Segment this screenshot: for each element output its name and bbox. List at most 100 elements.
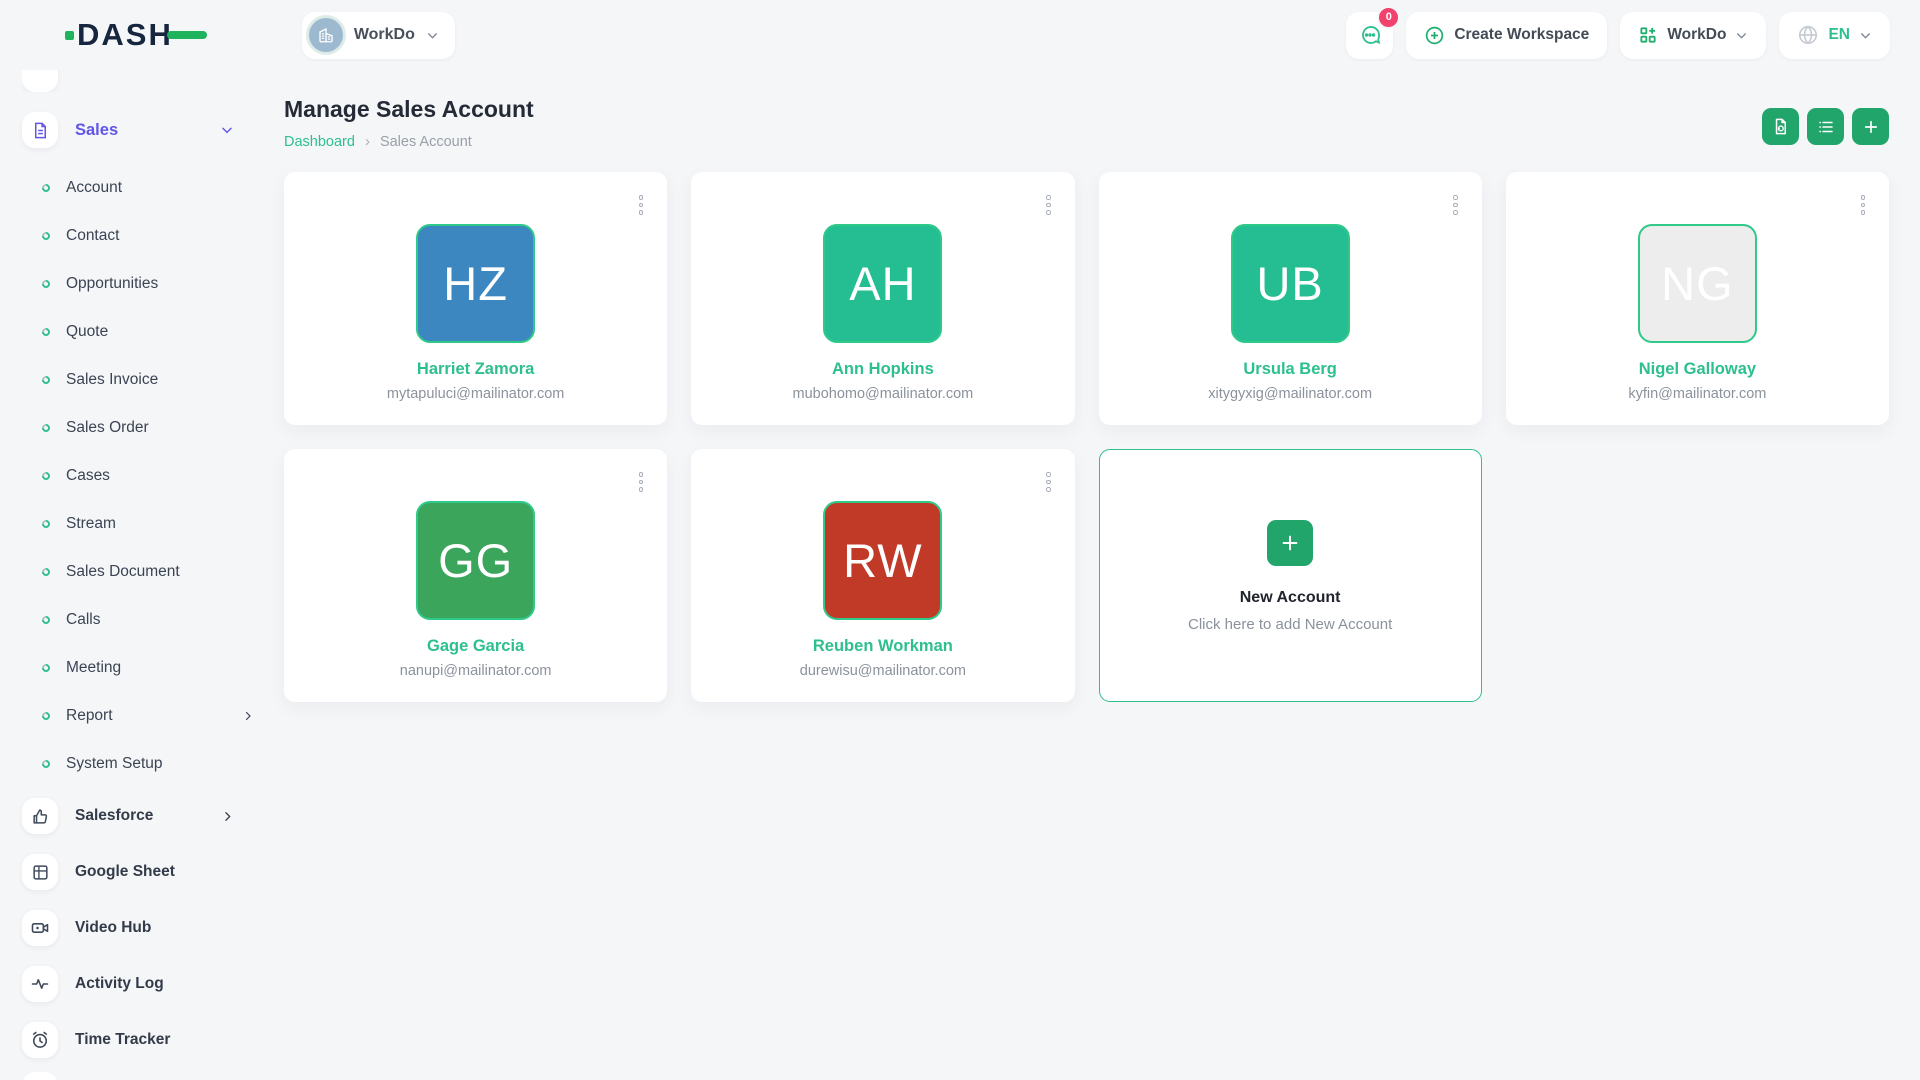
add-account-button[interactable] (1852, 108, 1889, 145)
sidebar-item-contact[interactable]: Contact (0, 212, 254, 260)
chevron-right-icon (221, 810, 234, 823)
bullet-icon (40, 326, 51, 337)
sidebar-item-sales-document[interactable]: Sales Document (0, 548, 254, 596)
bullet-icon (40, 278, 51, 289)
new-account-card[interactable]: New Account Click here to add New Accoun… (1099, 449, 1482, 702)
add-icon (1862, 118, 1880, 136)
bullet-icon (40, 710, 51, 721)
card-menu-button[interactable] (1043, 469, 1054, 495)
sidebar-item-system-setup[interactable]: System Setup (0, 740, 254, 788)
account-card: NG Nigel Galloway kyfin@mailinator.com (1506, 172, 1889, 425)
account-email: mytapuluci@mailinator.com (387, 386, 565, 402)
card-menu-button[interactable] (636, 469, 647, 495)
main-content: Manage Sales Account Dashboard › Sales A… (254, 70, 1920, 1080)
account-name-link[interactable]: Ann Hopkins (832, 360, 934, 379)
account-card: AH Ann Hopkins mubohomo@mailinator.com (691, 172, 1074, 425)
bullet-icon (40, 566, 51, 577)
create-workspace-label: Create Workspace (1454, 26, 1589, 44)
sidebar-item-cases[interactable]: Cases (0, 452, 254, 500)
app-switcher-label: WorkDo (1667, 26, 1726, 44)
breadcrumb-dashboard-link[interactable]: Dashboard (284, 134, 355, 150)
new-account-subtitle: Click here to add New Account (1188, 616, 1392, 633)
sidebar-item-google-sheet[interactable]: Google Sheet (22, 844, 234, 900)
breadcrumb-separator: › (365, 133, 370, 150)
globe-icon (1797, 24, 1819, 46)
avatar: RW (823, 501, 942, 620)
language-dropdown[interactable]: EN (1779, 12, 1890, 59)
account-card: UB Ursula Berg xitygyxig@mailinator.com (1099, 172, 1482, 425)
account-email: nanupi@mailinator.com (400, 663, 552, 679)
document-icon (22, 112, 58, 148)
app-switcher-dropdown[interactable]: WorkDo (1620, 12, 1766, 59)
bullet-icon (40, 470, 51, 481)
sidebar-item-calls[interactable]: Calls (0, 596, 254, 644)
account-email: durewisu@mailinator.com (800, 663, 966, 679)
grid-plus-icon (1638, 25, 1658, 45)
topbar: DASH WorkDo 0 (0, 0, 1920, 70)
account-name-link[interactable]: Harriet Zamora (417, 360, 534, 379)
page-actions (1762, 108, 1889, 145)
table-icon (22, 854, 58, 890)
messages-button[interactable]: 0 (1346, 12, 1393, 59)
account-card: RW Reuben Workman durewisu@mailinator.co… (691, 449, 1074, 702)
account-email: mubohomo@mailinator.com (793, 386, 974, 402)
workspace-label: WorkDo (354, 26, 415, 44)
sidebar-item-report[interactable]: Report (0, 692, 254, 740)
list-view-button[interactable] (1807, 108, 1844, 145)
sales-submenu: Account Contact Opportunities Quote Sale… (0, 164, 254, 788)
account-name-link[interactable]: Ursula Berg (1243, 360, 1337, 379)
card-menu-button[interactable] (636, 192, 647, 218)
sidebar: Sales Account Contact Opportunities Quot… (0, 70, 254, 1080)
list-view-icon (1817, 118, 1835, 136)
sidebar-item-time-tracker[interactable]: Time Tracker (22, 1012, 234, 1068)
dash-logo[interactable]: DASH (65, 17, 207, 53)
account-name-link[interactable]: Nigel Galloway (1639, 360, 1756, 379)
avatar: GG (416, 501, 535, 620)
sidebar-item-activity-log[interactable]: Activity Log (22, 956, 234, 1012)
new-account-title: New Account (1240, 589, 1341, 607)
sidebar-item-opportunities[interactable]: Opportunities (0, 260, 254, 308)
thumbs-up-icon (22, 798, 58, 834)
breadcrumb-current: Sales Account (380, 134, 472, 150)
topbar-right: 0 Create Workspace WorkDo (1346, 12, 1890, 59)
breadcrumb: Dashboard › Sales Account (284, 133, 534, 150)
sidebar-item-quote[interactable]: Quote (0, 308, 254, 356)
account-card: HZ Harriet Zamora mytapuluci@mailinator.… (284, 172, 667, 425)
sidebar-item-stream[interactable]: Stream (0, 500, 254, 548)
sidebar-item-sales-order[interactable]: Sales Order (0, 404, 254, 452)
account-name-link[interactable]: Gage Garcia (427, 637, 524, 656)
account-card: GG Gage Garcia nanupi@mailinator.com (284, 449, 667, 702)
sidebar-item-sales-invoice[interactable]: Sales Invoice (0, 356, 254, 404)
sidebar-item-account[interactable]: Account (0, 164, 254, 212)
sidebar-item-meeting[interactable]: Meeting (0, 644, 254, 692)
sidebar-item-salesforce[interactable]: Salesforce (22, 788, 234, 844)
card-menu-button[interactable] (1043, 192, 1054, 218)
sidebar-item-video-hub[interactable]: Video Hub (22, 900, 234, 956)
card-menu-button[interactable] (1858, 192, 1869, 218)
account-name-link[interactable]: Reuben Workman (813, 637, 953, 656)
chevron-down-icon (1735, 29, 1748, 42)
workspace-selector[interactable]: WorkDo (302, 12, 455, 59)
video-camera-icon (22, 910, 58, 946)
avatar: NG (1638, 224, 1757, 343)
language-label: EN (1828, 26, 1850, 44)
bullet-icon (40, 374, 51, 385)
bullet-icon (40, 230, 51, 241)
avatar: AH (823, 224, 942, 343)
logo-dot (65, 31, 74, 40)
create-workspace-button[interactable]: Create Workspace (1406, 12, 1607, 59)
page-head: Manage Sales Account Dashboard › Sales A… (284, 70, 1889, 150)
export-accounts-button[interactable] (1762, 108, 1799, 145)
building-icon (309, 18, 343, 52)
accounts-grid: HZ Harriet Zamora mytapuluci@mailinator.… (284, 172, 1889, 702)
card-menu-button[interactable] (1450, 192, 1461, 218)
avatar: UB (1231, 224, 1350, 343)
chevron-down-icon (220, 123, 234, 137)
sidebar-group-label: Sales (75, 121, 203, 140)
chevron-down-icon (426, 29, 439, 42)
bullet-icon (40, 422, 51, 433)
sidebar-group-sales[interactable]: Sales (22, 106, 234, 154)
sidebar-partial-item-top[interactable] (22, 70, 254, 92)
sidebar-partial-item-bottom[interactable] (22, 1072, 254, 1080)
logo-dash-bar (167, 31, 207, 39)
